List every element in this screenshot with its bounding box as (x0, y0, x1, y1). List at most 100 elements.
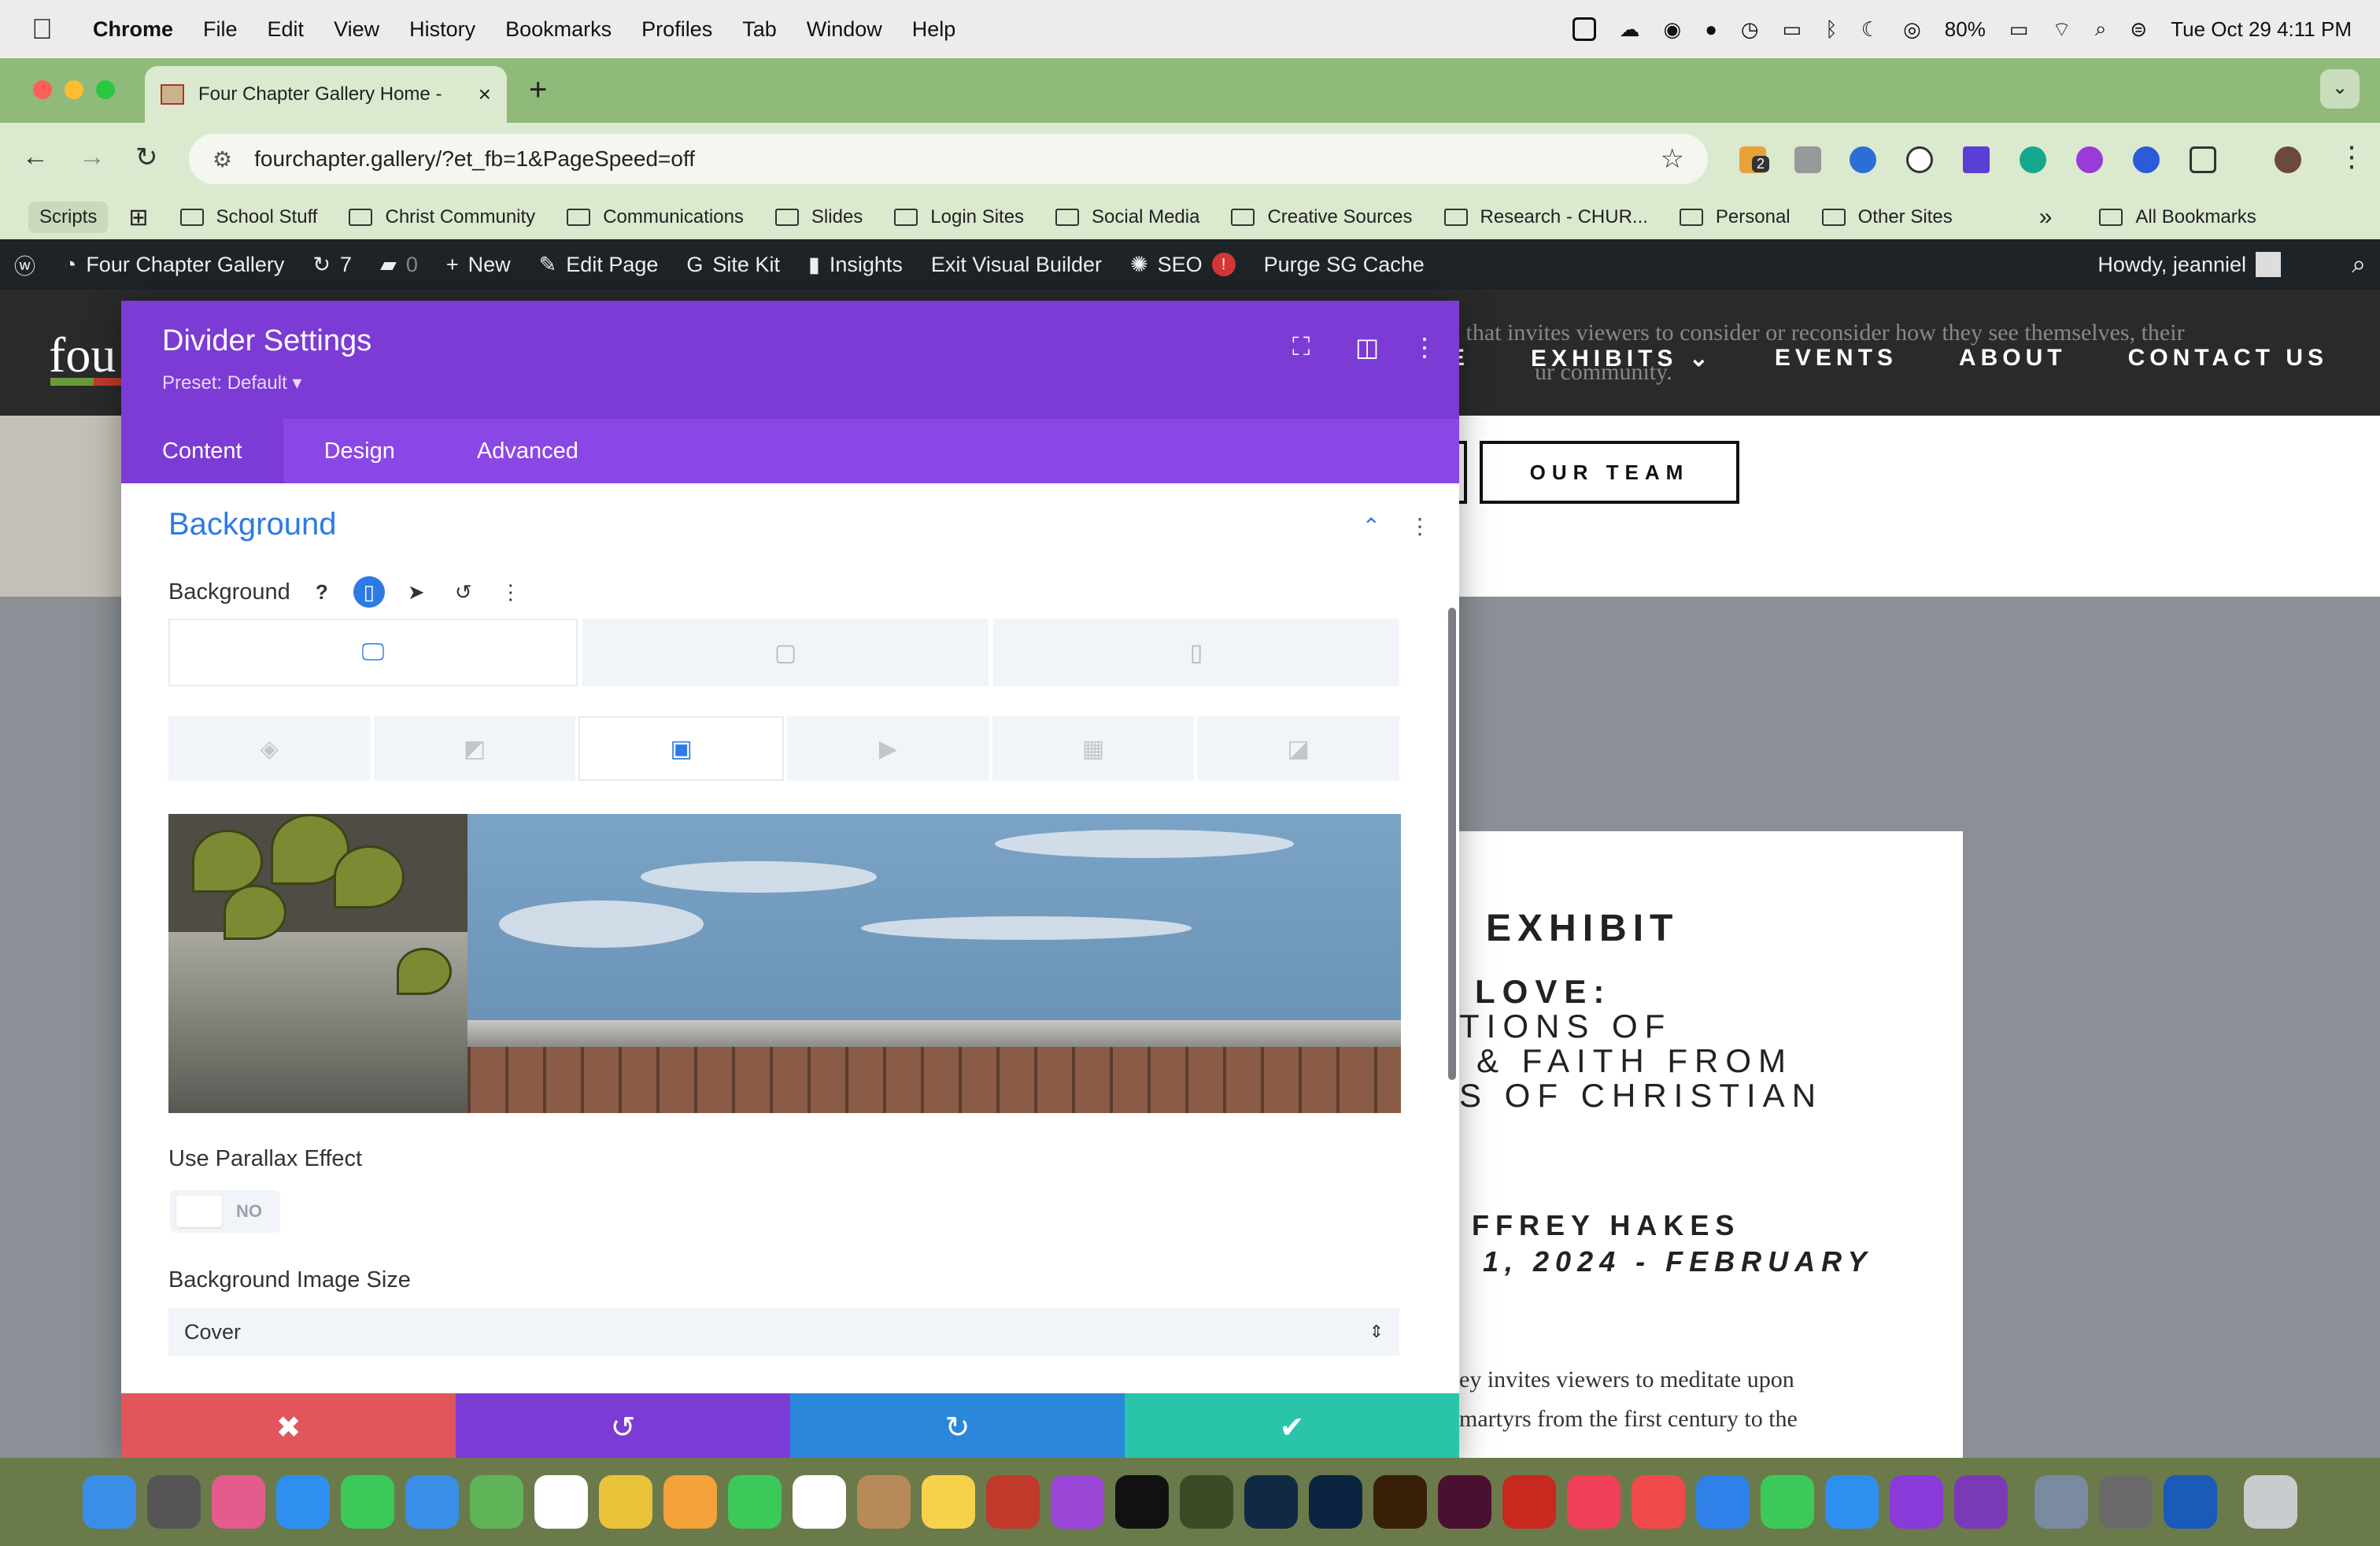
dreamweaver-icon[interactable] (1180, 1475, 1233, 1529)
gradient-icon[interactable]: ◩ (373, 716, 576, 781)
nav-about[interactable]: ABOUT (1959, 345, 2067, 372)
forward-arrow-icon[interactable]: → (79, 142, 105, 172)
wp-seo[interactable]: ✺ SEO! (1130, 253, 1236, 277)
image-size-select[interactable]: Cover ⇕ (168, 1308, 1399, 1356)
purple-extension-icon[interactable] (2076, 146, 2103, 173)
grammarly-status-icon[interactable]: ◉ (1664, 17, 1682, 42)
1password-icon[interactable] (2164, 1475, 2217, 1529)
finder-icon[interactable] (83, 1475, 136, 1529)
menu-history[interactable]: History (409, 17, 475, 42)
bookmark-scripts[interactable]: Scripts (28, 202, 109, 233)
undo-button[interactable]: ↺ (456, 1393, 790, 1461)
new-tab-button[interactable]: + (529, 72, 547, 108)
news-icon[interactable] (1632, 1475, 1685, 1529)
section-more-icon[interactable]: ⋮ (1409, 513, 1431, 539)
contacts-icon[interactable] (857, 1475, 911, 1529)
back-arrow-icon[interactable]: ← (22, 142, 49, 172)
notes-icon[interactable] (922, 1475, 975, 1529)
tab-design[interactable]: Design (283, 419, 436, 483)
wp-site-kit[interactable]: G Site Kit (686, 253, 780, 277)
profile-avatar[interactable] (2275, 146, 2301, 173)
tablet-tab-icon[interactable]: ▢ (582, 619, 989, 686)
redo-button[interactable]: ↻ (790, 1393, 1125, 1461)
battery-icon[interactable]: ▭ (2009, 17, 2029, 42)
menu-view[interactable]: View (334, 17, 379, 42)
site-info-icon[interactable]: ⚙ (213, 146, 232, 172)
grammarly-extension-icon[interactable] (2020, 146, 2046, 173)
wp-search-icon[interactable]: ⌕ (2352, 250, 2366, 279)
bookmark-folder[interactable]: Social Media (1055, 206, 1199, 228)
bookmark-folder[interactable]: School Stuff (179, 206, 317, 228)
tab-close-icon[interactable]: × (479, 82, 491, 107)
music-icon[interactable] (1567, 1475, 1621, 1529)
fullscreen-icon[interactable]: ⛶ (1292, 332, 1310, 362)
wordpress-logo-icon[interactable]: ⓦ (14, 250, 35, 280)
save-button[interactable]: ✔ (1125, 1393, 1459, 1461)
pen-tool-icon[interactable] (986, 1475, 1040, 1529)
focus-moon-icon[interactable]: ☾ (1861, 17, 1879, 42)
phone-tab-icon[interactable]: ▯ (993, 619, 1399, 686)
modal-scrollbar[interactable] (1448, 608, 1456, 1080)
url-text[interactable]: fourchapter.gallery/?et_fb=1&PageSpeed=o… (254, 146, 695, 172)
video-icon[interactable]: ▶ (787, 716, 989, 781)
preview-app-icon[interactable] (2034, 1475, 2088, 1529)
reminders-icon[interactable] (534, 1475, 588, 1529)
mask-icon[interactable]: ◪ (1197, 716, 1400, 781)
grammarly-g-icon[interactable]: ● (1705, 17, 1717, 42)
wp-comments[interactable]: ▰ 0 (380, 253, 418, 277)
reload-icon[interactable]: ↻ (135, 142, 158, 173)
trash-icon[interactable] (2244, 1475, 2297, 1529)
maps-icon[interactable] (470, 1475, 523, 1529)
safari-icon[interactable] (276, 1475, 330, 1529)
facetime-icon[interactable] (728, 1475, 782, 1529)
control-center-icon[interactable]: ⊜ (2130, 17, 2147, 42)
system-settings-icon[interactable] (147, 1475, 201, 1529)
bookmark-folder[interactable]: Communications (567, 206, 744, 228)
menu-app-name[interactable]: Chrome (93, 17, 173, 42)
responsive-phone-icon[interactable]: ▯ (353, 576, 385, 608)
help-icon[interactable]: ? (306, 576, 338, 608)
more-bookmarks-icon[interactable]: » (2039, 204, 2053, 231)
image-icon[interactable]: ▣ (578, 716, 785, 781)
print-queue-icon[interactable] (2099, 1475, 2153, 1529)
our-team-button[interactable]: OUR TEAM (1480, 441, 1739, 504)
more-options-icon[interactable]: ⋮ (1412, 332, 1437, 362)
wp-howdy-user[interactable]: Howdy, jeanniel (2097, 252, 2281, 277)
preset-dropdown[interactable]: Preset: Default ▾ (162, 372, 301, 394)
nav-events[interactable]: EVENTS (1775, 345, 1898, 372)
browser-tab[interactable]: Four Chapter Gallery Home - × (145, 66, 507, 123)
address-bar[interactable]: ⚙ fourchapter.gallery/?et_fb=1&PageSpeed… (189, 134, 1708, 184)
bookmark-folder[interactable]: Christ Community (349, 206, 535, 228)
menu-clock[interactable]: Tue Oct 29 4:11 PM (2171, 17, 2352, 42)
airdrop-icon[interactable]: ◎ (1903, 17, 1921, 42)
reset-icon[interactable]: ↺ (448, 576, 479, 608)
podcasts-icon[interactable] (1051, 1475, 1104, 1529)
cloud-status-icon[interactable]: ☁ (1620, 17, 1640, 42)
zm-extension-icon[interactable] (2133, 146, 2160, 173)
tab-content[interactable]: Content (121, 419, 283, 483)
app-store-icon[interactable] (1825, 1475, 1879, 1529)
chrome-menu-icon[interactable]: ⋮ (2338, 140, 2366, 173)
menu-profiles[interactable]: Profiles (641, 17, 712, 42)
all-bookmarks[interactable]: All Bookmarks (2099, 206, 2256, 228)
site-logo[interactable]: fou (49, 326, 116, 384)
mail-icon[interactable] (405, 1475, 459, 1529)
apps-grid-icon[interactable]: ⊞ (128, 204, 148, 231)
indesign-icon[interactable] (1438, 1475, 1491, 1529)
nav-exhibits[interactable]: EXHIBITS ⌄ (1531, 345, 1713, 372)
acrobat-icon[interactable] (1502, 1475, 1556, 1529)
wifi-icon[interactable]: ⌔ (2052, 17, 2071, 43)
info-extension-icon[interactable] (1906, 146, 1933, 173)
modal-header[interactable]: Divider Settings Preset: Default ▾ ⛶ ◫ ⋮ (121, 301, 1459, 419)
menu-help[interactable]: Help (912, 17, 956, 42)
messages-icon[interactable] (341, 1475, 394, 1529)
background-section-title[interactable]: Background (168, 507, 336, 542)
bookmark-folder[interactable]: Slides (774, 206, 863, 228)
apple-tv-icon[interactable] (1115, 1475, 1169, 1529)
nav-contact-us[interactable]: CONTACT US (2128, 345, 2328, 372)
iq-extension-icon[interactable] (1850, 146, 1876, 173)
wp-edit-page[interactable]: ✎ Edit Page (539, 253, 659, 277)
hover-cursor-icon[interactable]: ➤ (401, 576, 432, 608)
wp-site-name[interactable]: ◔ Four Chapter Gallery (64, 253, 284, 277)
cursor-app-icon[interactable] (1890, 1475, 1943, 1529)
